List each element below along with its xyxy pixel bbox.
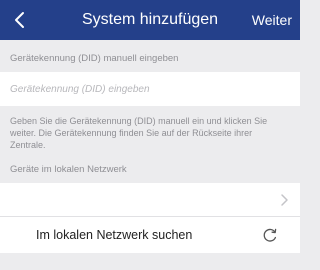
search-local-network-button[interactable]: Im lokalen Netzwerk suchen xyxy=(0,217,300,253)
next-button[interactable]: Weiter xyxy=(252,0,292,40)
chevron-right-icon xyxy=(281,194,288,206)
local-device-row[interactable] xyxy=(0,183,300,217)
search-local-network-label: Im lokalen Netzwerk suchen xyxy=(36,228,193,242)
did-input[interactable] xyxy=(10,72,290,106)
navigation-bar: System hinzufügen Weiter xyxy=(0,0,300,40)
did-input-row xyxy=(0,72,300,106)
did-section-header: Gerätekennung (DID) manuell eingeben xyxy=(10,53,179,64)
did-help-text: Geben Sie die Gerätekennung (DID) manuel… xyxy=(10,116,268,150)
refresh-icon[interactable] xyxy=(262,227,278,243)
network-section-header: Geräte im lokalen Netzwerk xyxy=(10,164,127,175)
